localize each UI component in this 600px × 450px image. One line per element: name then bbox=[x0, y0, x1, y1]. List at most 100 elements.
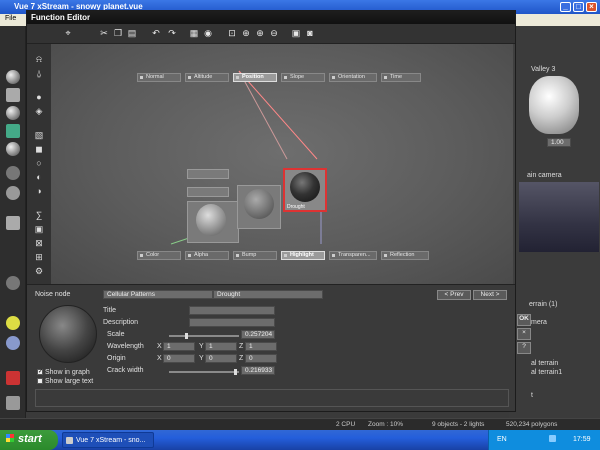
ok-button[interactable]: OK bbox=[517, 314, 531, 326]
sun-tool-icon[interactable] bbox=[6, 316, 20, 330]
origin-z-field[interactable]: 0 bbox=[245, 354, 277, 363]
output-icon[interactable]: ⊞ bbox=[34, 252, 44, 262]
close-button[interactable]: × bbox=[586, 2, 597, 12]
wrench-tool-icon[interactable] bbox=[6, 276, 20, 290]
undo-icon[interactable]: ↶ bbox=[151, 28, 161, 38]
brush-tool-icon[interactable] bbox=[6, 186, 20, 200]
text-tool-icon[interactable] bbox=[6, 88, 20, 102]
list-item[interactable]: al terrain bbox=[531, 360, 558, 367]
origin-y-field[interactable]: 0 bbox=[205, 354, 237, 363]
zoom-fit-icon[interactable]: ⊡ bbox=[227, 28, 237, 38]
settings-icon[interactable]: ◙ bbox=[305, 28, 315, 38]
output-pin[interactable]: Reflection bbox=[381, 251, 429, 260]
editor-toolbar: ⌖ ✂ ❐ ▤ ↶ ↷ ▦ ◉ ⊡ ⊕ ⊕ ⊖ ▣ ◙ bbox=[27, 24, 515, 44]
graph-node-drought-selected[interactable]: Drought bbox=[283, 168, 327, 212]
graph-node-small[interactable] bbox=[187, 187, 229, 197]
list-item[interactable]: t bbox=[531, 392, 533, 399]
cancel-button[interactable]: × bbox=[517, 328, 531, 340]
grid-icon[interactable]: ▦ bbox=[189, 28, 199, 38]
node-preset-select[interactable]: Drought bbox=[213, 290, 323, 299]
texture-icon[interactable]: ◼ bbox=[34, 144, 44, 154]
list-item[interactable]: mera bbox=[531, 319, 547, 326]
help-button[interactable]: ? bbox=[517, 342, 531, 354]
start-button[interactable]: start bbox=[0, 430, 58, 450]
input-pin[interactable]: Slope bbox=[281, 73, 325, 82]
gear-icon[interactable]: ⚙ bbox=[34, 266, 44, 276]
list-item[interactable]: al terrain1 bbox=[531, 369, 562, 376]
next-button[interactable]: Next > bbox=[473, 290, 507, 300]
tray-icon[interactable] bbox=[549, 435, 556, 442]
scale-slider[interactable] bbox=[169, 333, 239, 339]
node-type-select[interactable]: Cellular Patterns bbox=[103, 290, 213, 299]
minimize-button[interactable]: _ bbox=[560, 2, 571, 12]
input-pin[interactable]: Time bbox=[381, 73, 421, 82]
terrain-tool-icon[interactable] bbox=[6, 124, 20, 138]
atmosphere-tool-icon[interactable] bbox=[6, 336, 20, 350]
input-pin-selected[interactable]: Position bbox=[233, 73, 277, 82]
slider-knob[interactable] bbox=[185, 333, 188, 339]
object-tool-icon[interactable] bbox=[6, 142, 20, 156]
title-field[interactable] bbox=[189, 306, 275, 315]
output-pin[interactable]: Transparen... bbox=[329, 251, 377, 260]
taskbar: start Vue 7 xStream - sno... EN 17:59 bbox=[0, 430, 600, 450]
connect-icon[interactable]: ⌖ bbox=[63, 28, 73, 38]
fractal-icon[interactable]: ◈ bbox=[34, 106, 44, 116]
bell-icon[interactable]: ⍾ bbox=[34, 54, 44, 64]
maximize-button[interactable]: □ bbox=[573, 2, 584, 12]
output-pin-selected[interactable]: Highlight bbox=[281, 251, 325, 260]
taskbar-item-vue[interactable]: Vue 7 xStream - sno... bbox=[62, 432, 154, 448]
scale-value[interactable]: 0.257204 bbox=[241, 330, 275, 339]
graph-node-uniform[interactable] bbox=[187, 201, 239, 243]
slider-knob[interactable] bbox=[234, 369, 237, 375]
turbulence-icon[interactable]: ◑ bbox=[34, 186, 44, 196]
combiner-icon[interactable]: ◐ bbox=[34, 172, 44, 182]
wavelength-y-field[interactable]: 1 bbox=[205, 342, 237, 351]
graph-node-small[interactable] bbox=[187, 169, 229, 179]
math-icon[interactable]: ∑ bbox=[34, 210, 44, 220]
menu-file[interactable]: File bbox=[5, 15, 16, 22]
dynamics-icon[interactable]: ▣ bbox=[34, 224, 44, 234]
origin-x-field[interactable]: 0 bbox=[163, 354, 195, 363]
show-large-text-checkbox[interactable] bbox=[37, 378, 43, 384]
crack-width-value[interactable]: 0.216933 bbox=[241, 366, 275, 375]
input-pin[interactable]: Altitude bbox=[185, 73, 229, 82]
light-tool-icon[interactable] bbox=[6, 106, 20, 120]
details-frame bbox=[35, 389, 509, 407]
cut-icon[interactable]: ✂ bbox=[99, 28, 109, 38]
zoom-in-icon[interactable]: ⊕ bbox=[255, 28, 265, 38]
output-pin[interactable]: Alpha bbox=[185, 251, 229, 260]
sphere-tool-icon[interactable] bbox=[6, 70, 20, 84]
graph-node-variable[interactable] bbox=[237, 185, 281, 229]
wavelength-z-field[interactable]: 1 bbox=[245, 342, 277, 351]
copy-icon[interactable]: ❐ bbox=[113, 28, 123, 38]
zoom-out-icon[interactable]: ⊖ bbox=[269, 28, 279, 38]
description-field[interactable] bbox=[189, 318, 275, 327]
input-pin[interactable]: Normal bbox=[137, 73, 181, 82]
preview-value[interactable]: 1.00 bbox=[547, 138, 571, 147]
prev-button[interactable]: < Prev bbox=[437, 290, 471, 300]
output-pin[interactable]: Color bbox=[137, 251, 181, 260]
show-in-graph-checkbox[interactable]: ✓ bbox=[37, 369, 43, 375]
redo-icon[interactable]: ↷ bbox=[167, 28, 177, 38]
constant-icon[interactable]: ○ bbox=[34, 158, 44, 168]
color-map-icon[interactable]: ▧ bbox=[34, 130, 44, 140]
input-pin[interactable]: Orientation bbox=[329, 73, 377, 82]
cube-tool-icon[interactable] bbox=[6, 216, 20, 230]
conversion-icon[interactable]: ⊠ bbox=[34, 238, 44, 248]
filter-icon[interactable]: ⍙ bbox=[34, 68, 44, 78]
check-icon: ✓ bbox=[38, 369, 44, 375]
crack-width-slider[interactable] bbox=[169, 369, 239, 375]
description-label: Description bbox=[103, 319, 139, 326]
paste-icon[interactable]: ▤ bbox=[127, 28, 137, 38]
camera-tool-icon[interactable] bbox=[6, 396, 20, 410]
wavelength-x-field[interactable]: 1 bbox=[163, 342, 195, 351]
noise-icon[interactable]: ● bbox=[34, 92, 44, 102]
preview-icon[interactable]: ▣ bbox=[291, 28, 301, 38]
plant-tool-icon[interactable] bbox=[6, 166, 20, 180]
render-tool-icon[interactable] bbox=[6, 371, 20, 385]
language-indicator[interactable]: EN bbox=[497, 436, 507, 443]
node-graph[interactable]: Normal Altitude Position Slope Orientati… bbox=[51, 44, 513, 284]
output-pin[interactable]: Bump bbox=[233, 251, 277, 260]
sphere-icon[interactable]: ◉ bbox=[203, 28, 213, 38]
zoom-icon[interactable]: ⊕ bbox=[241, 28, 251, 38]
